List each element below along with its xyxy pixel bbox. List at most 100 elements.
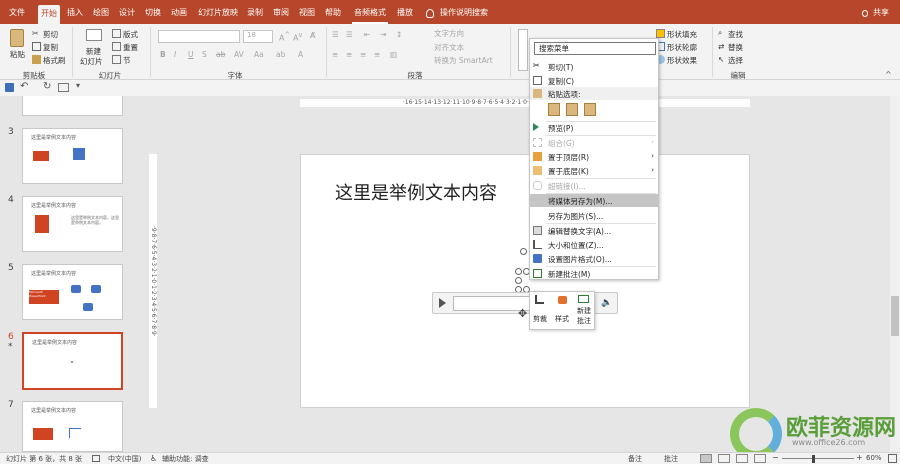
columns-icon[interactable]: ▥ <box>390 50 397 59</box>
highlight-icon[interactable]: ab <box>276 50 285 59</box>
justify-icon[interactable]: ≡ <box>374 50 380 59</box>
tab-playback[interactable]: 播放 <box>394 4 416 24</box>
new-comment-label-2[interactable]: 批注 <box>577 316 591 326</box>
new-comment-icon[interactable] <box>578 295 589 303</box>
thumbnail-partial[interactable] <box>22 96 123 116</box>
slideshow-view-icon[interactable] <box>754 454 766 463</box>
menu-item-save-media-as[interactable]: 将媒体另存为(M)... <box>530 194 658 207</box>
shape-effects-button[interactable]: 形状效果 <box>667 55 697 66</box>
tab-file[interactable]: 文件 <box>4 4 30 24</box>
tell-me-search[interactable]: 操作说明搜索 <box>440 4 490 24</box>
zoom-slider-thumb[interactable] <box>812 455 815 463</box>
menu-item-send-to-back[interactable]: 置于底层(K) › <box>530 164 658 177</box>
tab-record[interactable]: 录制 <box>244 4 266 24</box>
volume-icon[interactable]: 🔈 <box>601 298 612 308</box>
change-case-icon[interactable]: Aa <box>254 50 264 59</box>
reset-button[interactable]: 重置 <box>123 42 138 53</box>
style-icon[interactable] <box>558 296 567 304</box>
font-name-combo[interactable] <box>158 30 240 43</box>
menu-search-input[interactable]: 搜索菜单 <box>534 42 656 55</box>
numbering-icon[interactable]: ☰ <box>346 30 353 39</box>
tab-slideshow[interactable]: 幻灯片放映 <box>196 4 240 24</box>
paste-keep-format-icon[interactable] <box>548 103 560 116</box>
grow-font-icon[interactable]: A^ <box>279 31 290 43</box>
shadow-icon[interactable]: S <box>202 50 207 59</box>
slide-counter[interactable]: 幻灯片 第 6 张，共 8 张 <box>6 454 82 464</box>
tab-audio-format[interactable]: 音频格式 <box>352 4 388 24</box>
reading-view-icon[interactable] <box>736 454 748 463</box>
menu-item-format-picture[interactable]: 设置图片格式(O)... <box>530 252 658 265</box>
comments-button[interactable]: 批注 <box>664 454 678 464</box>
menu-item-save-as-picture[interactable]: 另存为图片(S)... <box>530 209 658 222</box>
tab-transitions[interactable]: 切换 <box>142 4 164 24</box>
layout-button[interactable]: 版式 <box>123 29 138 40</box>
tab-draw[interactable]: 绘图 <box>90 4 112 24</box>
menu-item-cut[interactable]: ✂ 剪切(T) <box>530 60 658 73</box>
vertical-scrollbar[interactable] <box>890 96 900 452</box>
undo-icon[interactable]: ↶ <box>20 81 28 92</box>
char-spacing-icon[interactable]: AV <box>234 50 244 59</box>
save-icon[interactable] <box>5 83 14 92</box>
tab-view[interactable]: 视图 <box>296 4 318 24</box>
menu-item-group[interactable]: 组合(G) › <box>530 136 658 149</box>
selection-handle[interactable] <box>515 268 522 275</box>
selection-handle[interactable] <box>515 277 522 284</box>
italic-icon[interactable]: I <box>174 50 176 59</box>
zoom-level[interactable]: 60% <box>866 454 882 462</box>
menu-item-new-comment[interactable]: 新建批注(M) <box>530 267 658 280</box>
tab-animations[interactable]: 动画 <box>168 4 190 24</box>
spelling-icon[interactable] <box>92 455 100 462</box>
select-button[interactable]: 选择 <box>728 55 743 66</box>
thumbnail-slide-3[interactable]: 这里是举例文本内容 <box>22 128 123 184</box>
smartart-button[interactable]: 转换为 SmartArt <box>434 55 493 66</box>
format-painter-button[interactable]: 格式刷 <box>43 55 66 66</box>
shape-outline-button[interactable]: 形状轮廓 <box>667 42 697 53</box>
zoom-slider[interactable] <box>782 458 854 459</box>
find-button[interactable]: 查找 <box>728 29 743 40</box>
share-button[interactable]: 共享 <box>870 4 892 24</box>
tab-review[interactable]: 审阅 <box>270 4 292 24</box>
customize-qat-icon[interactable]: ▾ <box>76 81 80 90</box>
thumbnail-slide-4[interactable]: 这里是举例文本内容 这里是举例文本内容，这里是举例文本内容。 <box>22 196 123 252</box>
thumbnail-slide-6[interactable]: 这里是举例文本内容 <box>22 332 123 390</box>
menu-item-hyperlink[interactable]: 超链接(I)... <box>530 179 658 192</box>
align-text-button[interactable]: 对齐文本 <box>434 42 464 53</box>
font-color-icon[interactable]: A <box>298 50 303 59</box>
section-button[interactable]: 节 <box>123 55 131 66</box>
trim-icon[interactable] <box>535 295 544 304</box>
paste-button[interactable]: 粘贴 <box>10 49 25 60</box>
style-button[interactable]: 样式 <box>555 314 569 324</box>
paste-picture-icon[interactable] <box>566 103 578 116</box>
tab-help[interactable]: 帮助 <box>322 4 344 24</box>
accessibility-status[interactable]: 辅助功能: 调查 <box>162 454 209 464</box>
new-slide-label-2[interactable]: 幻灯片 <box>80 56 103 67</box>
align-right-icon[interactable]: ≡ <box>360 50 366 59</box>
line-spacing-icon[interactable]: ↕ <box>396 30 402 39</box>
tab-design[interactable]: 设计 <box>116 4 138 24</box>
zoom-in-icon[interactable]: + <box>856 453 863 462</box>
underline-icon[interactable]: U <box>188 50 194 59</box>
rotate-handle-icon[interactable] <box>520 248 527 255</box>
slide-sorter-icon[interactable] <box>718 454 730 463</box>
align-left-icon[interactable]: ≡ <box>332 50 338 59</box>
tab-insert[interactable]: 插入 <box>64 4 86 24</box>
shape-fill-button[interactable]: 形状填充 <box>667 29 697 40</box>
increase-indent-icon[interactable]: ⇥ <box>380 30 386 39</box>
zoom-out-icon[interactable]: − <box>772 453 779 462</box>
language-status[interactable]: 中文(中国) <box>108 454 141 464</box>
menu-item-preview[interactable]: 预览(P) <box>530 121 658 134</box>
decrease-indent-icon[interactable]: ⇤ <box>364 30 370 39</box>
text-direction-button[interactable]: 文字方向 <box>434 28 464 39</box>
thumbnail-slide-7[interactable]: 这里是举例文本内容 <box>22 401 123 452</box>
menu-item-size-position[interactable]: 大小和位置(Z)... <box>530 238 658 251</box>
bullets-icon[interactable]: ☰ <box>332 30 339 39</box>
cut-button[interactable]: 剪切 <box>43 29 58 40</box>
notes-button[interactable]: 备注 <box>628 454 642 464</box>
menu-item-bring-to-front[interactable]: 置于顶层(R) › <box>530 150 658 163</box>
shapes-gallery[interactable] <box>518 29 528 71</box>
normal-view-icon[interactable] <box>700 454 712 463</box>
paste-text-only-icon[interactable] <box>584 103 596 116</box>
replace-button[interactable]: 替换 <box>728 42 743 53</box>
scrollbar-thumb[interactable] <box>891 296 899 336</box>
collapse-ribbon-icon[interactable]: ^ <box>885 70 892 79</box>
